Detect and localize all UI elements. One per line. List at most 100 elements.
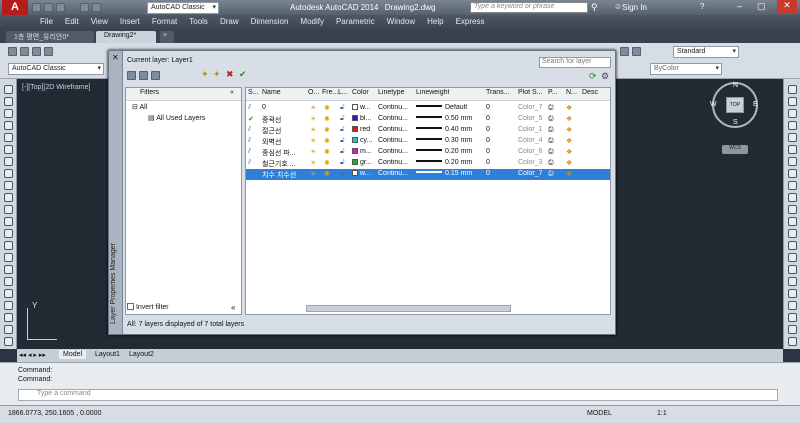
new-vp-freeze-icon[interactable]: ❖ [566, 115, 572, 123]
freeze-icon[interactable]: ✺ [324, 170, 330, 178]
column-header[interactable]: O... [308, 89, 319, 96]
new-icon[interactable] [32, 3, 41, 12]
undo-icon[interactable] [80, 3, 89, 12]
layer-name[interactable]: 절근선 [262, 126, 281, 136]
draw-tool-icon[interactable] [4, 253, 13, 262]
plot-icon[interactable]: ⎙ [548, 137, 554, 145]
new-vp-freeze-icon[interactable]: ❖ [566, 159, 572, 167]
workspace-toolbar-combo[interactable]: AutoCAD Classic [8, 63, 104, 75]
draw-tool-icon[interactable] [4, 313, 13, 322]
on-icon[interactable]: ☀ [310, 170, 316, 178]
modify-tool-icon[interactable] [788, 121, 797, 130]
search-input[interactable]: Type a keyword or phrase [470, 2, 588, 13]
transparency[interactable]: 0 [486, 137, 490, 144]
state-manager-icon[interactable] [151, 71, 160, 80]
help-icon[interactable]: ? [700, 2, 704, 11]
modify-tool-icon[interactable] [788, 313, 797, 322]
plot-icon[interactable]: ⎙ [548, 126, 554, 134]
transparency[interactable]: 0 [486, 148, 490, 155]
modify-tool-icon[interactable] [788, 157, 797, 166]
modify-tool-icon[interactable] [788, 133, 797, 142]
modify-tool-icon[interactable] [788, 241, 797, 250]
draw-tool-icon[interactable] [4, 85, 13, 94]
transparency[interactable]: 0 [486, 159, 490, 166]
new-vp-freeze-icon[interactable]: ❖ [566, 104, 572, 112]
wcs-menu[interactable]: WCS [722, 145, 748, 154]
on-icon[interactable]: ☀ [310, 137, 316, 145]
draw-tool-icon[interactable] [4, 169, 13, 178]
column-header[interactable]: Trans... [486, 89, 509, 96]
qnew-icon[interactable] [8, 47, 17, 56]
coordinates-readout[interactable]: 1866.0773, 250.1605 , 0.0000 [8, 410, 101, 417]
menu-window[interactable]: Window [381, 15, 421, 29]
modify-tool-icon[interactable] [788, 301, 797, 310]
transparency[interactable]: 0 [486, 115, 490, 122]
filter-all[interactable]: ⊟ All [132, 103, 147, 111]
annotation-scale[interactable]: 1:1 [657, 410, 667, 417]
on-icon[interactable]: ☀ [310, 115, 316, 123]
draw-tool-icon[interactable] [4, 157, 13, 166]
plot-icon[interactable]: ⎙ [548, 170, 554, 178]
linetype[interactable]: Continu... [378, 104, 408, 111]
new-filter-icon[interactable] [127, 71, 136, 80]
color-swatch[interactable]: gr... [352, 159, 372, 166]
lock-icon[interactable]: 🔓︎ [340, 159, 345, 167]
lock-icon[interactable]: 🔓︎ [340, 148, 345, 156]
menu-format[interactable]: Format [146, 15, 183, 29]
palette-close-icon[interactable]: ✕ [112, 53, 119, 62]
column-header[interactable]: Fre... [322, 89, 338, 96]
color-combo[interactable]: ByColor [650, 63, 722, 75]
draw-tool-icon[interactable] [4, 229, 13, 238]
linetype[interactable]: Continu... [378, 115, 408, 122]
draw-tool-icon[interactable] [4, 145, 13, 154]
qsave-icon[interactable] [32, 47, 41, 56]
layer-search-input[interactable]: Search for layer [539, 57, 611, 68]
linetype[interactable]: Continu... [378, 126, 408, 133]
plot-icon[interactable]: ⎙ [548, 104, 554, 112]
layer-row[interactable]: ⫽ 치수 치수선 ☀ ✺ 🔓︎ w... Continu... 0.15 mm 0 Color_7… [246, 169, 610, 180]
menu-help[interactable]: Help [421, 15, 449, 29]
modify-tool-icon[interactable] [788, 97, 797, 106]
draw-tool-icon[interactable] [4, 337, 13, 346]
column-header[interactable]: S... [248, 89, 259, 96]
menu-insert[interactable]: Insert [114, 15, 146, 29]
tab-model[interactable]: Model [59, 350, 87, 359]
linetype[interactable]: Continu... [378, 148, 408, 155]
column-header[interactable]: L... [338, 89, 348, 96]
plot-icon[interactable]: ⎙ [548, 115, 554, 123]
settings-icon[interactable]: ⚙ [601, 71, 609, 82]
new-vp-layer-icon[interactable]: ✦ [213, 69, 221, 80]
draw-tool-icon[interactable] [4, 121, 13, 130]
draw-tool-icon[interactable] [4, 109, 13, 118]
search-icon[interactable]: ⚲ [591, 2, 598, 13]
modify-tool-icon[interactable] [788, 169, 797, 178]
redo-icon[interactable] [92, 3, 101, 12]
column-header[interactable]: Desc [582, 89, 598, 96]
transparency[interactable]: 0 [486, 104, 490, 111]
plot-icon[interactable]: ⎙ [548, 148, 554, 156]
tab-drawing2[interactable]: Drawing2* [96, 31, 156, 43]
new-vp-freeze-icon[interactable]: ❖ [566, 170, 572, 178]
column-header[interactable]: Lineweight [416, 89, 449, 96]
layer-name[interactable]: 외벽선 [262, 137, 281, 147]
color-swatch[interactable]: w... [352, 104, 371, 111]
tab-layout1[interactable]: Layout1 [91, 350, 124, 359]
menu-tools[interactable]: Tools [183, 15, 214, 29]
menu-express[interactable]: Express [450, 15, 491, 29]
open-icon[interactable] [44, 3, 53, 12]
menu-draw[interactable]: Draw [214, 15, 245, 29]
draw-tool-icon[interactable] [4, 217, 13, 226]
draw-tool-icon[interactable] [4, 97, 13, 106]
lineweight-cell[interactable]: Default [416, 104, 467, 111]
new-tab-button[interactable]: + [160, 31, 174, 43]
maximize-button[interactable]: ▢ [757, 1, 766, 12]
transparency[interactable]: 0 [486, 170, 490, 177]
plot-icon[interactable]: ⎙ [548, 159, 554, 167]
modify-tool-icon[interactable] [788, 109, 797, 118]
layer-name[interactable]: 0 [262, 104, 266, 111]
draw-tool-icon[interactable] [4, 265, 13, 274]
modify-tool-icon[interactable] [788, 217, 797, 226]
draw-tool-icon[interactable] [4, 241, 13, 250]
modify-tool-icon[interactable] [788, 193, 797, 202]
freeze-icon[interactable]: ✺ [324, 148, 330, 156]
